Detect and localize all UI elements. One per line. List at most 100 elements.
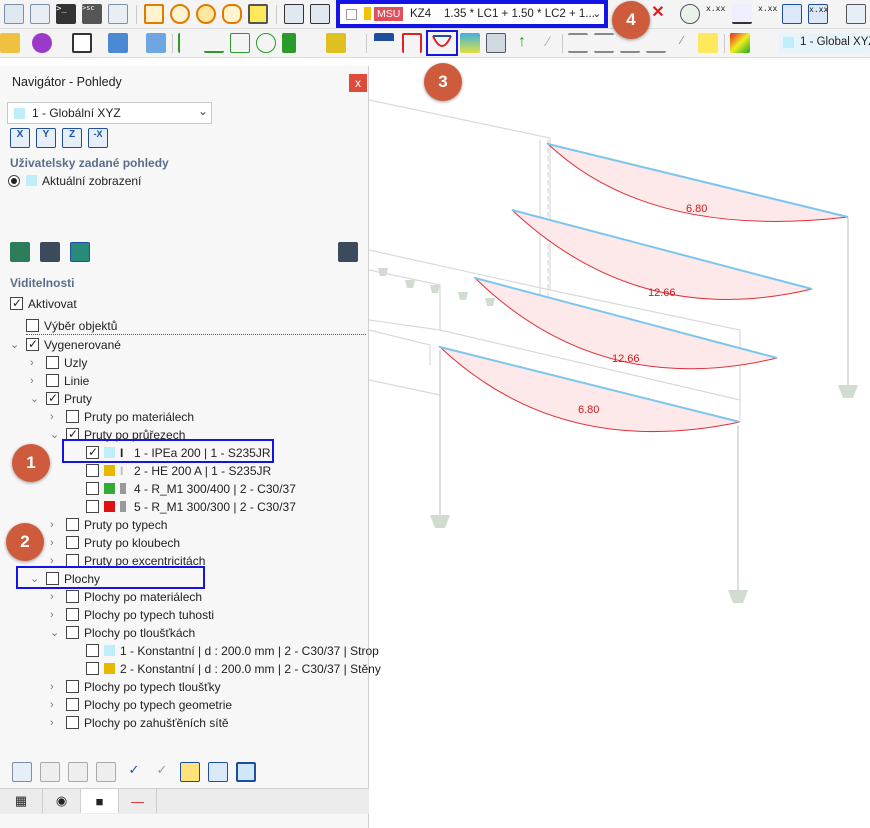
checkbox[interactable] bbox=[66, 680, 79, 693]
checkbox[interactable] bbox=[86, 482, 99, 495]
report-icon[interactable] bbox=[108, 4, 128, 24]
model-check-icon[interactable] bbox=[144, 4, 164, 24]
checkbox[interactable] bbox=[86, 500, 99, 513]
checkbox[interactable] bbox=[26, 335, 39, 353]
hide-selected-icon[interactable] bbox=[208, 762, 228, 782]
find-icon[interactable] bbox=[170, 4, 190, 24]
chevron-right-icon[interactable]: › bbox=[50, 714, 54, 732]
diagonal-icon[interactable]: ∕ bbox=[538, 33, 558, 53]
chevron-down-icon[interactable]: ⌄ bbox=[50, 426, 59, 444]
checkbox[interactable] bbox=[66, 518, 79, 531]
document-icon[interactable] bbox=[30, 4, 50, 24]
check-all-icon[interactable]: ✓ bbox=[124, 762, 144, 782]
solid-render-icon[interactable] bbox=[486, 33, 506, 53]
sort-visibility-icon[interactable] bbox=[68, 762, 88, 782]
section-icon-1[interactable] bbox=[568, 33, 588, 53]
tree-item-object-selection[interactable]: Výběr objektů bbox=[26, 317, 366, 335]
hinge-icon[interactable] bbox=[256, 33, 276, 53]
filter-icon[interactable] bbox=[374, 33, 394, 53]
support-line-icon[interactable] bbox=[204, 33, 224, 53]
radio-button[interactable] bbox=[8, 175, 20, 187]
support-surface-icon[interactable] bbox=[230, 33, 250, 53]
animation-icon[interactable] bbox=[846, 4, 866, 24]
model-3d-view[interactable]: 6.80 12.66 12.66 6.80 bbox=[369, 66, 870, 828]
checkbox[interactable] bbox=[66, 410, 79, 423]
dimension-icon[interactable] bbox=[248, 4, 268, 24]
highlight-icon[interactable] bbox=[698, 33, 718, 53]
tab-views-icon[interactable]: ■ bbox=[81, 789, 119, 813]
color-scale-icon[interactable] bbox=[730, 33, 750, 53]
chevron-right-icon[interactable]: › bbox=[30, 354, 34, 372]
chevron-down-icon[interactable]: ⌄ bbox=[10, 336, 19, 354]
load-wizard-icon[interactable] bbox=[326, 33, 346, 53]
copy-visibility-icon[interactable] bbox=[40, 762, 60, 782]
visibility-filter-icon[interactable] bbox=[236, 762, 256, 782]
checkbox[interactable] bbox=[66, 716, 79, 729]
section-icon-4[interactable] bbox=[646, 33, 666, 53]
view-selector[interactable]: 1 - Global XYZ bbox=[778, 33, 870, 53]
checkbox[interactable] bbox=[66, 608, 79, 621]
result-diagram-icon[interactable] bbox=[432, 34, 452, 54]
show-selected-icon[interactable] bbox=[180, 762, 200, 782]
tab-results-icon[interactable]: — bbox=[119, 789, 157, 813]
deformation-icon[interactable] bbox=[782, 4, 802, 24]
iso-surface-icon[interactable] bbox=[460, 33, 480, 53]
chevron-down-icon[interactable]: ⌄ bbox=[50, 624, 59, 642]
support-node-icon[interactable] bbox=[178, 33, 198, 53]
node-icon[interactable] bbox=[0, 33, 20, 53]
script-icon[interactable]: >sc bbox=[82, 4, 102, 24]
chevron-right-icon[interactable]: › bbox=[50, 678, 54, 696]
checkbox[interactable] bbox=[86, 662, 99, 675]
table-icon[interactable] bbox=[4, 4, 24, 24]
delete-results-icon[interactable]: ✕ bbox=[648, 4, 668, 24]
chevron-right-icon[interactable]: › bbox=[50, 696, 54, 714]
comment-icon[interactable] bbox=[222, 4, 242, 24]
view-combo[interactable]: 1 - Globální XYZ ⌄ bbox=[7, 102, 212, 124]
frame-icon[interactable] bbox=[402, 33, 422, 53]
view-minus-x-button[interactable]: -X bbox=[88, 128, 108, 148]
grid-snap-icon[interactable] bbox=[284, 4, 304, 24]
new-visibility-icon[interactable] bbox=[12, 762, 32, 782]
support-icon[interactable] bbox=[732, 4, 752, 24]
uncheck-all-icon[interactable]: ✓ bbox=[152, 762, 172, 782]
surface-icon[interactable] bbox=[72, 33, 92, 53]
checkbox[interactable] bbox=[46, 389, 59, 407]
chevron-right-icon[interactable]: › bbox=[50, 588, 54, 606]
add-view-icon[interactable] bbox=[10, 242, 30, 262]
show-results-icon[interactable] bbox=[680, 4, 700, 24]
checkbox[interactable] bbox=[46, 356, 59, 369]
checkbox[interactable] bbox=[66, 626, 79, 639]
section-icon-2[interactable] bbox=[594, 33, 614, 53]
chevron-right-icon[interactable]: › bbox=[30, 372, 34, 390]
console-icon[interactable]: >_ bbox=[56, 4, 76, 24]
reaction-icon[interactable]: ↑ bbox=[512, 33, 532, 53]
delete-view-icon[interactable] bbox=[338, 242, 358, 262]
box-icon[interactable] bbox=[146, 33, 166, 53]
solid-icon[interactable] bbox=[108, 33, 128, 53]
section-icon-5[interactable]: ∕ bbox=[672, 33, 692, 53]
checkbox[interactable] bbox=[86, 464, 99, 477]
chevron-right-icon[interactable]: › bbox=[50, 606, 54, 624]
chevron-right-icon[interactable]: › bbox=[50, 534, 54, 552]
scale-values-icon[interactable]: x.xx bbox=[808, 4, 828, 24]
view-y-button[interactable]: Y bbox=[36, 128, 56, 148]
chevron-down-icon[interactable]: ⌄ bbox=[30, 390, 39, 408]
checkbox[interactable] bbox=[10, 294, 23, 312]
checkbox[interactable] bbox=[66, 590, 79, 603]
target-icon[interactable] bbox=[196, 4, 216, 24]
values-icon[interactable]: x.xx bbox=[706, 4, 726, 24]
extreme-values-icon[interactable]: x.xx bbox=[758, 4, 778, 24]
checkbox[interactable] bbox=[66, 536, 79, 549]
edit-visibility-icon[interactable] bbox=[96, 762, 116, 782]
checkbox[interactable] bbox=[66, 698, 79, 711]
chevron-right-icon[interactable]: › bbox=[50, 408, 54, 426]
member-icon[interactable] bbox=[32, 33, 52, 53]
current-view-item[interactable]: Aktuální zobrazení bbox=[8, 172, 308, 190]
tab-data-icon[interactable]: ▦ bbox=[0, 789, 43, 813]
tab-display-icon[interactable]: ◉ bbox=[43, 789, 81, 813]
checkbox[interactable] bbox=[46, 374, 59, 387]
view-x-button[interactable]: X bbox=[10, 128, 30, 148]
object-snap-icon[interactable] bbox=[310, 4, 330, 24]
camera-icon[interactable] bbox=[40, 242, 60, 262]
close-icon[interactable]: x bbox=[349, 74, 367, 92]
